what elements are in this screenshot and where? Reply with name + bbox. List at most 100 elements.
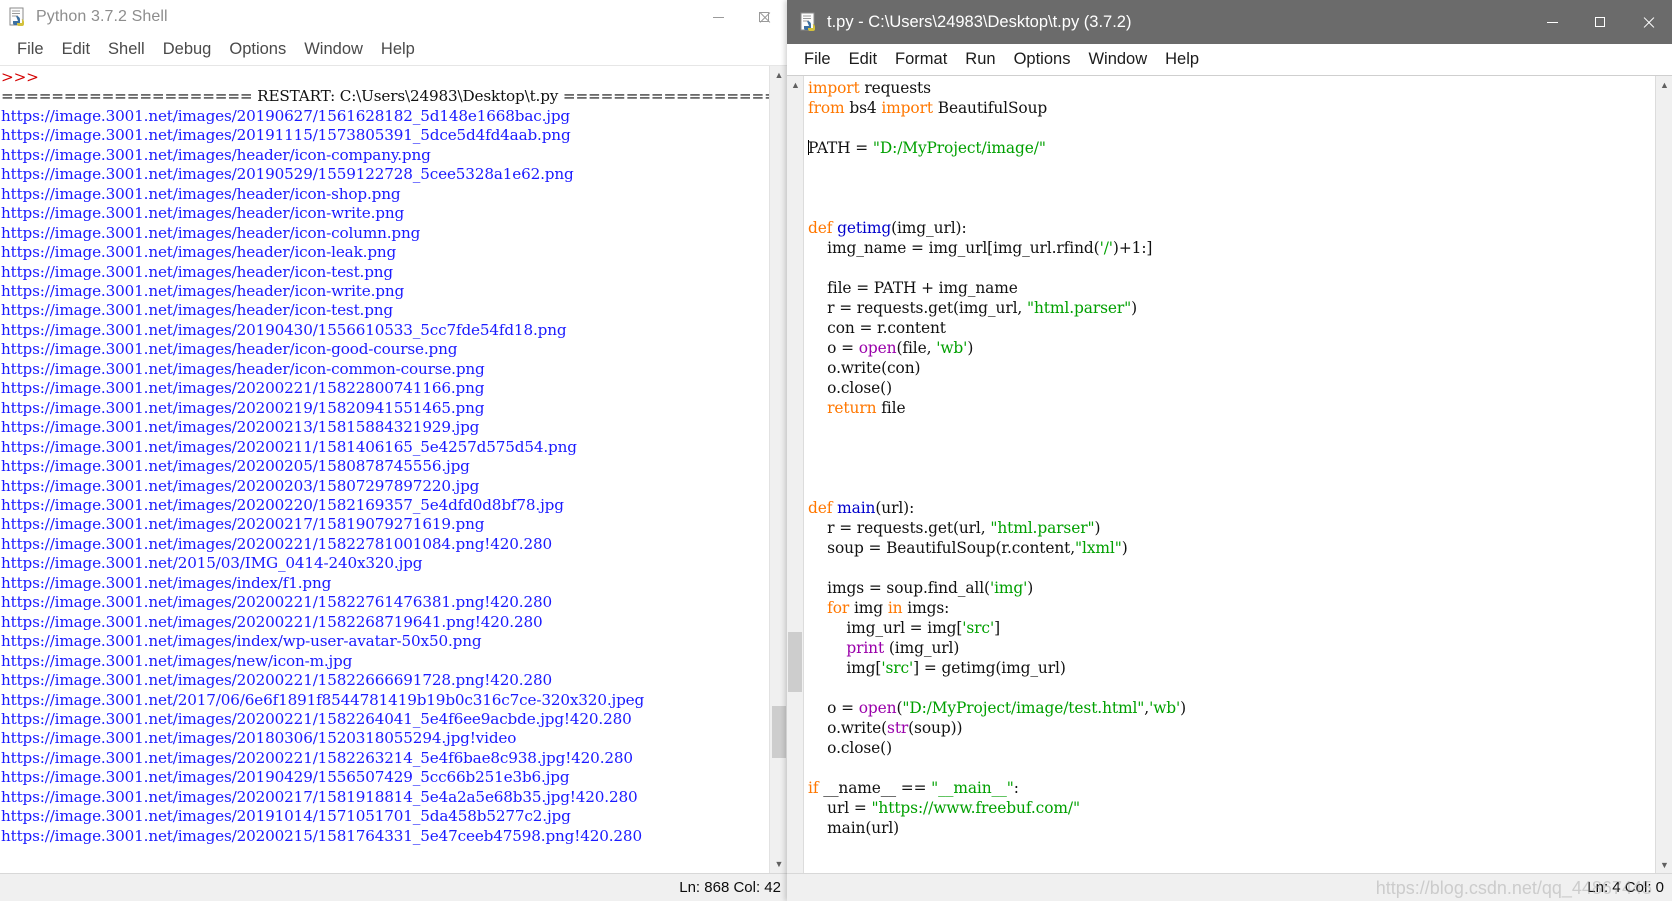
code-token: )	[1027, 579, 1034, 597]
code-token: "https://www.freebuf.com/"	[871, 799, 1080, 817]
editor-window-controls	[1528, 0, 1672, 44]
shell-menu-debug[interactable]: Debug	[154, 38, 221, 61]
editor-code-line	[808, 438, 1655, 458]
shell-output-line: https://image.3001.net/images/20200205/1…	[1, 457, 470, 476]
editor-code-line	[808, 558, 1655, 578]
editor-code-line: def getimg(img_url):	[808, 218, 1655, 238]
shell-close-icon[interactable]	[741, 0, 787, 34]
code-token: BeautifulSoup	[937, 99, 1048, 117]
code-token: (url):	[875, 499, 915, 517]
editor-menu-file[interactable]: File	[795, 48, 840, 71]
code-token: o =	[808, 339, 859, 357]
editor-code-text[interactable]: import requests from bs4 import Beautiful…	[804, 76, 1655, 873]
shell-output-line: https://image.3001.net/images/20200221/1…	[1, 671, 553, 690]
code-token: requests	[864, 79, 931, 97]
code-token: file = PATH + img_name	[808, 279, 1018, 297]
editor-code-line: r = requests.get(img_url, "html.parser")	[808, 298, 1655, 318]
code-token: if	[808, 779, 824, 797]
code-token: def	[808, 219, 838, 237]
shell-output-line: https://image.3001.net/images/20200211/1…	[1, 437, 577, 456]
code-token: o =	[808, 699, 859, 717]
editor-code-line: img['src'] = getimg(img_url)	[808, 658, 1655, 678]
code-token: 'src'	[881, 659, 914, 677]
editor-code-line: main(url)	[808, 818, 1655, 838]
scrollbar-thumb[interactable]	[788, 632, 802, 692]
editor-statusbar: https://blog.csdn.net/qq_44867445 Ln: 4 …	[787, 873, 1672, 901]
editor-code-line: imgs = soup.find_all('img')	[808, 578, 1655, 598]
code-token: "lxml"	[1075, 539, 1122, 557]
editor-code-line	[808, 258, 1655, 278]
code-token: (file,	[896, 339, 937, 357]
shell-menu-shell[interactable]: Shell	[99, 38, 154, 61]
close-icon[interactable]	[1624, 0, 1672, 44]
code-token: url =	[808, 799, 872, 817]
shell-output-text[interactable]: >>> ==================== RESTART: C:\Use…	[0, 66, 769, 873]
code-token: )	[1121, 539, 1128, 557]
code-token: print	[846, 639, 889, 657]
code-token: "html.parser"	[990, 519, 1095, 537]
scrollbar-thumb[interactable]	[772, 706, 786, 758]
editor-menu-edit[interactable]: Edit	[840, 48, 886, 71]
editor-menu-help[interactable]: Help	[1156, 48, 1208, 71]
scroll-up-icon[interactable]: ▲	[770, 66, 788, 84]
shell-menu-window[interactable]: Window	[295, 38, 372, 61]
shell-output-line: https://image.3001.net/images/20200221/1…	[1, 593, 553, 612]
code-token: file	[881, 399, 906, 417]
shell-menubar: File Edit Shell Debug Options Window Hel…	[0, 34, 787, 65]
python-idle-icon	[800, 12, 820, 32]
shell-output-line: https://image.3001.net/images/header/ico…	[1, 340, 458, 359]
desktop-root: Python 3.7.2 Shell File Edit Shell Debug…	[0, 0, 1672, 901]
editor-code-line: o.close()	[808, 378, 1655, 398]
shell-menu-edit[interactable]: Edit	[53, 38, 99, 61]
editor-code-line: import requests	[808, 78, 1655, 98]
shell-output-line: https://image.3001.net/images/20200221/1…	[1, 379, 485, 398]
maximize-icon[interactable]	[1576, 0, 1624, 44]
shell-output-line: https://image.3001.net/images/index/f1.p…	[1, 573, 332, 592]
code-token: ]	[994, 619, 1000, 637]
editor-menu-options[interactable]: Options	[1005, 48, 1080, 71]
editor-titlebar[interactable]: t.py - C:\Users\24983\Desktop\t.py (3.7.…	[787, 0, 1672, 44]
editor-code-line	[808, 458, 1655, 478]
editor-left-scrollbar[interactable]: ▲	[787, 76, 804, 873]
shell-output-line: https://image.3001.net/images/20200220/1…	[1, 495, 564, 514]
shell-menu-file[interactable]: File	[8, 38, 53, 61]
shell-output-line: https://image.3001.net/images/header/ico…	[1, 243, 397, 262]
editor-menu-format[interactable]: Format	[886, 48, 956, 71]
editor-code-line: o.write(con)	[808, 358, 1655, 378]
editor-menu-window[interactable]: Window	[1079, 48, 1156, 71]
editor-vertical-scrollbar[interactable]: ▲ ▼	[1655, 76, 1672, 873]
shell-output-line: https://image.3001.net/images/20180306/1…	[1, 729, 517, 748]
minimize-icon[interactable]	[1528, 0, 1576, 44]
editor-code-line: return file	[808, 398, 1655, 418]
shell-vertical-scrollbar[interactable]: ▲ ▼	[769, 66, 787, 873]
editor-code-line	[808, 118, 1655, 138]
scroll-down-icon[interactable]: ▼	[1656, 856, 1672, 873]
code-token: img_name = img_url[img_url.rfind(	[808, 239, 1100, 257]
code-token: "html.parser"	[1027, 299, 1132, 317]
code-token: __name__ ==	[823, 779, 932, 797]
code-token: o.write(	[808, 719, 888, 737]
shell-menu-help[interactable]: Help	[372, 38, 424, 61]
editor-code-line: o.write(str(soup))	[808, 718, 1655, 738]
scroll-down-icon[interactable]: ▼	[770, 855, 788, 873]
shell-titlebar[interactable]: Python 3.7.2 Shell	[0, 0, 787, 34]
minimize-icon[interactable]	[695, 0, 741, 34]
shell-prompt: >>>	[1, 68, 39, 86]
code-token: img_url = img[	[808, 619, 963, 637]
scroll-up-icon[interactable]: ▲	[1656, 76, 1672, 93]
code-token: str	[887, 719, 909, 737]
code-token: imgs:	[907, 599, 950, 617]
shell-output-line: https://image.3001.net/images/20200221/1…	[1, 709, 632, 728]
code-token: open	[858, 339, 897, 357]
code-token: :	[1013, 779, 1019, 797]
code-token: (soup))	[908, 719, 963, 737]
shell-output-line: https://image.3001.net/images/20200219/1…	[1, 398, 485, 417]
editor-menu-run[interactable]: Run	[956, 48, 1004, 71]
shell-menu-options[interactable]: Options	[220, 38, 295, 61]
editor-code-line	[808, 758, 1655, 778]
editor-code-line	[808, 198, 1655, 218]
editor-code-line: from bs4 import BeautifulSoup	[808, 98, 1655, 118]
scroll-up-icon[interactable]: ▲	[787, 76, 804, 93]
editor-code-line	[808, 678, 1655, 698]
